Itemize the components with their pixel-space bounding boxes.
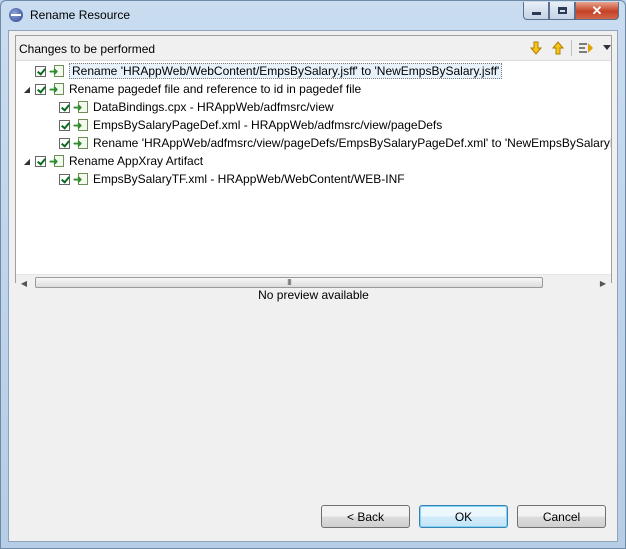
maximize-button[interactable] (549, 2, 575, 20)
refactor-change-icon: ➜ (73, 100, 89, 114)
toolbar-separator (571, 40, 572, 56)
ok-button[interactable]: OK (419, 505, 508, 528)
dialog-body: Changes to be performed ➜ Rename 'HRAppWe… (8, 30, 618, 542)
next-change-button[interactable] (528, 40, 544, 56)
close-icon: ✕ (591, 2, 603, 18)
panel-title: Changes to be performed (19, 42, 156, 56)
tree-row-label: DataBindings.cpx - HRAppWeb/adfmsrc/view (93, 100, 334, 114)
refactor-change-icon: ➜ (73, 118, 89, 132)
tree-row-label: EmpsBySalaryTF.xml - HRAppWeb/WebContent… (93, 172, 405, 186)
change-checkbox[interactable] (59, 173, 70, 185)
refactor-change-icon: ➜ (49, 64, 65, 78)
change-checkbox[interactable] (59, 119, 70, 131)
previous-change-button[interactable] (550, 40, 566, 56)
change-checkbox[interactable] (59, 101, 70, 113)
refactor-change-icon: ➜ (49, 82, 65, 96)
expand-triangle-icon[interactable]: ◢ (22, 152, 32, 170)
tree-row-label: Rename AppXray Artifact (69, 154, 204, 168)
eclipse-app-icon (9, 8, 23, 22)
cancel-button[interactable]: Cancel (517, 505, 606, 528)
minimize-icon (531, 12, 541, 15)
refactor-change-icon: ➜ (73, 172, 89, 186)
expand-triangle-icon[interactable]: ◢ (22, 80, 32, 98)
dropdown-icon (603, 45, 611, 50)
change-checkbox[interactable] (59, 137, 70, 149)
refactor-change-icon: ➜ (49, 154, 65, 168)
maximize-icon (557, 7, 567, 14)
tree-row-label: Rename 'HRAppWeb/WebContent/EmpsBySalary… (69, 63, 503, 79)
view-menu-button[interactable] (599, 40, 615, 56)
changes-panel-header: Changes to be performed (16, 36, 611, 61)
horizontal-scrollbar[interactable]: ◀ III ▶ (16, 274, 611, 291)
tree-row-label: EmpsBySalaryPageDef.xml - HRAppWeb/adfms… (93, 118, 443, 132)
change-checkbox[interactable] (35, 65, 46, 77)
caption-buttons: ✕ (523, 2, 619, 20)
window-title: Rename Resource (30, 8, 131, 22)
refactor-change-icon: ➜ (73, 136, 89, 150)
close-button[interactable]: ✕ (575, 2, 619, 20)
minimize-button[interactable] (523, 2, 549, 20)
tree-row[interactable]: ◢ ➜ Rename pagedef file and reference to i… (22, 80, 361, 98)
tree-row[interactable]: ➜ EmpsBySalaryTF.xml - HRAppWeb/WebConten… (46, 170, 405, 188)
change-checkbox[interactable] (35, 83, 46, 95)
tree-row-label: Rename pagedef file and reference to id … (69, 82, 362, 96)
tree-row[interactable]: ➜ Rename 'HRAppWeb/adfmsrc/view/pageDefs/… (46, 134, 611, 152)
preview-message: No preview available (258, 288, 369, 302)
arrow-down-icon (530, 41, 542, 55)
changes-panel: Changes to be performed ➜ Rename 'HRAppWe… (15, 35, 612, 291)
filter-changes-button[interactable] (578, 40, 594, 56)
back-button[interactable]: < Back (321, 505, 410, 528)
tree-row[interactable]: ◢ ➜ Rename AppXray Artifact (22, 152, 203, 170)
tree-row[interactable]: ➜ Rename 'HRAppWeb/WebContent/EmpsBySalar… (22, 62, 503, 80)
tree-row[interactable]: ➜ EmpsBySalaryPageDef.xml - HRAppWeb/adfm… (46, 116, 442, 134)
tree-row-label: Rename 'HRAppWeb/adfmsrc/view/pageDefs/E… (93, 136, 611, 150)
change-checkbox[interactable] (35, 155, 46, 167)
tree-row[interactable]: ➜ DataBindings.cpx - HRAppWeb/adfmsrc/vie… (46, 98, 334, 116)
rename-resource-dialog: Rename Resource ✕ Changes to be performe… (0, 0, 626, 549)
preview-area: No preview available (15, 283, 612, 493)
title-bar[interactable]: Rename Resource ✕ (1, 1, 625, 29)
arrow-up-icon (552, 41, 564, 55)
filter-icon (579, 43, 593, 53)
changes-tree: ➜ Rename 'HRAppWeb/WebContent/EmpsBySalar… (16, 62, 611, 262)
